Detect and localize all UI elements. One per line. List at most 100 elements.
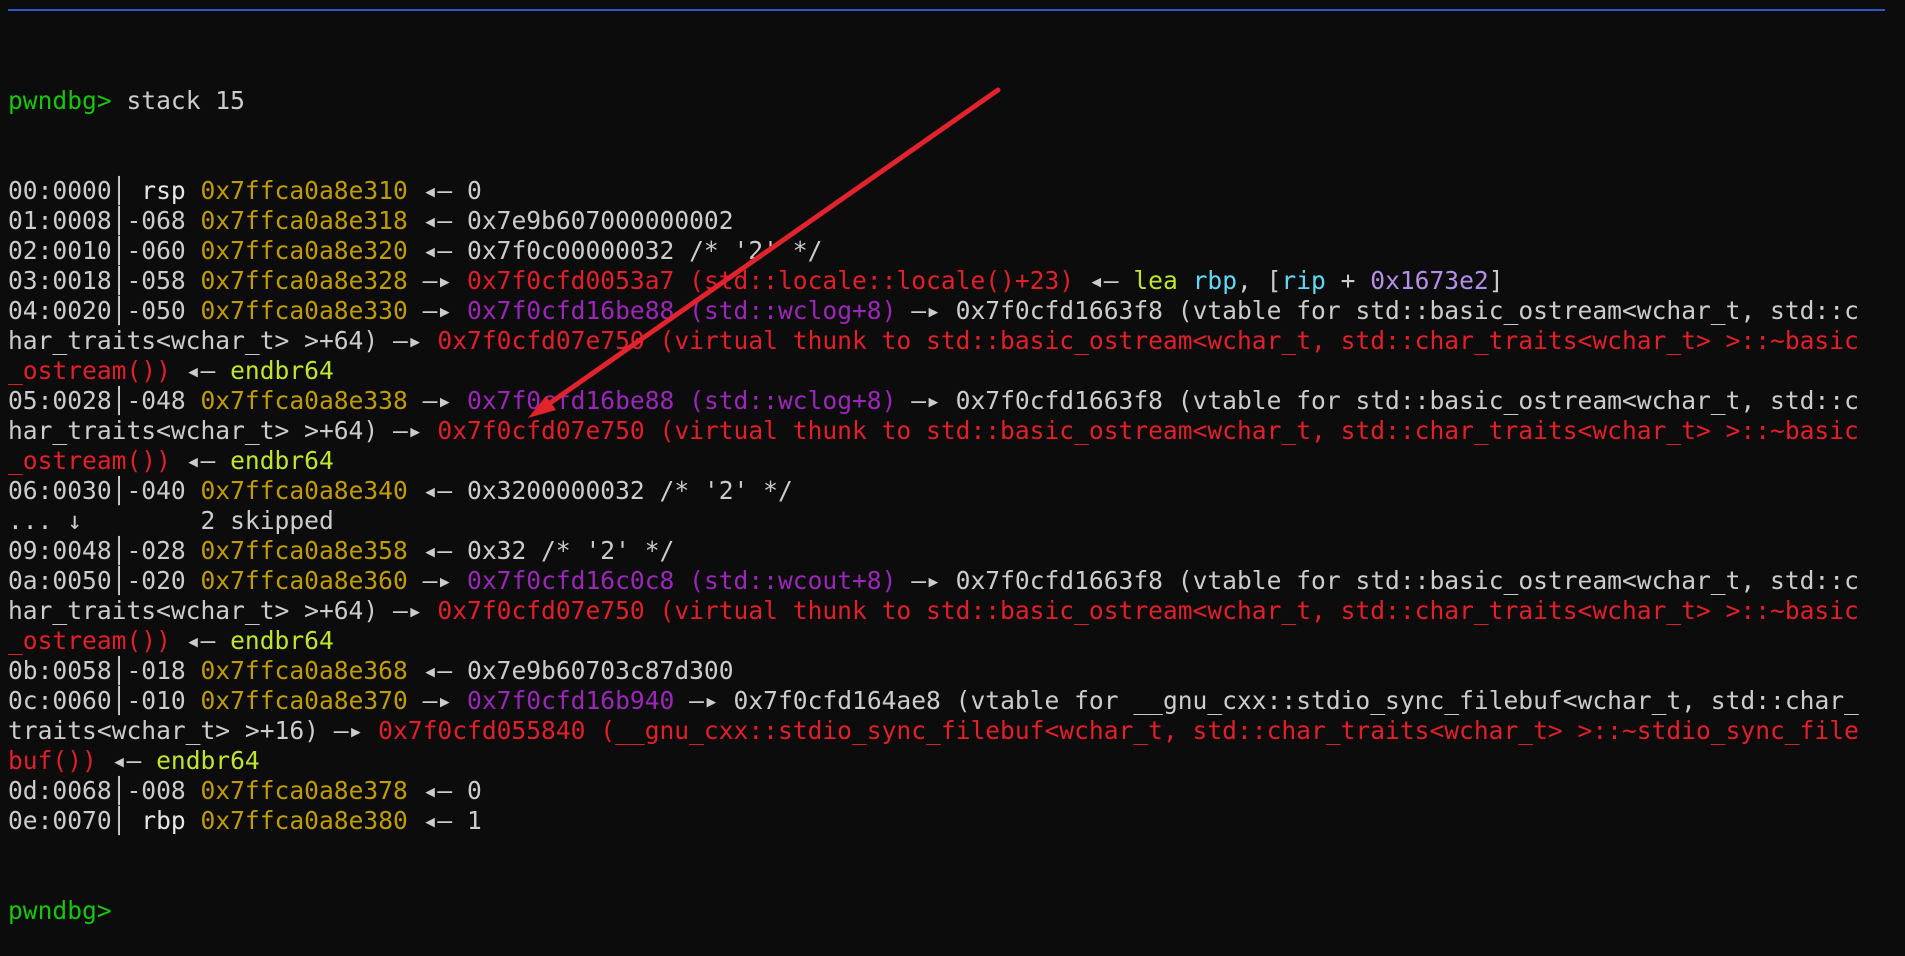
stack-segment: ◂— 0 xyxy=(407,776,482,805)
stack-line: _ostream()) ◂— endbr64 xyxy=(8,446,1888,476)
stack-line: 03:0018│-058 0x7ffca0a8e328 —▸ 0x7f0cfd0… xyxy=(8,266,1888,296)
stack-segment: 0c:0060 xyxy=(8,686,112,715)
stack-line: traits<wchar_t> >+16) —▸ 0x7f0cfd055840 … xyxy=(8,716,1888,746)
stack-segment: ◂— 0x32 /* '2' */ xyxy=(407,536,675,565)
final-prompt: pwndbg> xyxy=(8,896,112,925)
stack-segment: │ xyxy=(111,176,142,205)
stack-segment: │-068 xyxy=(111,206,201,235)
stack-segment: │-040 xyxy=(111,476,201,505)
stack-segment: —▸ xyxy=(407,266,468,295)
stack-segment: rbp xyxy=(1192,266,1237,295)
stack-segment: endbr64 xyxy=(230,356,334,385)
stack-segment: 0x7ffca0a8e360 xyxy=(200,566,408,595)
stack-segment: 0x1673e2 xyxy=(1370,266,1489,295)
stack-segment: —▸ xyxy=(407,686,468,715)
stack-segment: │-020 xyxy=(111,566,201,595)
stack-segment: ◂— xyxy=(1074,266,1134,295)
stack-segment: har_traits<wchar_t> >+64) —▸ xyxy=(8,326,438,355)
stack-line: har_traits<wchar_t> >+64) —▸ 0x7f0cfd07e… xyxy=(8,326,1888,356)
stack-line: 0d:0068│-008 0x7ffca0a8e378 ◂— 0 xyxy=(8,776,1888,806)
stack-segment: 0b:0058 xyxy=(8,656,112,685)
stack-segment: rip xyxy=(1281,266,1326,295)
stack-line: _ostream()) ◂— endbr64 xyxy=(8,356,1888,386)
stack-segment: 0x7f0cfd16b940 xyxy=(467,686,675,715)
stack-segment: 09:0048 xyxy=(8,536,112,565)
stack-segment: │-058 xyxy=(111,266,201,295)
stack-segment: —▸ xyxy=(407,296,468,325)
stack-segment: —▸ 0x7f0cfd164ae8 (vtable for __gnu_cxx:… xyxy=(674,686,1859,715)
stack-segment: 0x7ffca0a8e370 xyxy=(200,686,408,715)
stack-segment: _ostream()) xyxy=(8,626,171,655)
stack-segment: 00:0000 xyxy=(8,176,112,205)
stack-segment: ◂— 0x3200000032 /* '2' */ xyxy=(407,476,793,505)
stack-segment: 0e:0070 xyxy=(8,806,112,835)
stack-segment: rbp xyxy=(141,806,186,835)
stack-segment: ◂— xyxy=(170,446,231,475)
stack-segment: 0x7f0cfd0053a7 (std::locale::locale()+23… xyxy=(467,266,1075,295)
stack-segment: 0d:0068 xyxy=(8,776,112,805)
stack-segment: 0x7ffca0a8e310 xyxy=(200,176,408,205)
command-line: pwndbg> stack 15 xyxy=(8,86,1888,116)
stack-segment: , [ xyxy=(1237,266,1282,295)
stack-segment: 0x7f0cfd16c0c8 (std::wcout+8) xyxy=(467,566,897,595)
window-top-border xyxy=(8,9,1885,11)
stack-segment xyxy=(186,806,201,835)
stack-segment: 04:0020 xyxy=(8,296,112,325)
stack-segment: 0x7f0cfd16be88 (std::wclog+8) xyxy=(467,386,897,415)
stack-line: har_traits<wchar_t> >+64) —▸ 0x7f0cfd07e… xyxy=(8,596,1888,626)
stack-line: 06:0030│-040 0x7ffca0a8e340 ◂— 0x3200000… xyxy=(8,476,1888,506)
stack-segment xyxy=(186,176,201,205)
stack-segment xyxy=(1178,266,1193,295)
stack-segment: 0x7ffca0a8e328 xyxy=(200,266,408,295)
stack-segment: 0x7ffca0a8e340 xyxy=(200,476,408,505)
stack-segment: har_traits<wchar_t> >+64) —▸ xyxy=(8,416,438,445)
stack-segment: _ostream()) xyxy=(8,356,171,385)
stack-segment: ◂— 0x7e9b60703c87d300 xyxy=(407,656,734,685)
stack-segment: │-060 xyxy=(111,236,201,265)
stack-segment: 03:0018 xyxy=(8,266,112,295)
stack-line: 0e:0070│ rbp 0x7ffca0a8e380 ◂— 1 xyxy=(8,806,1888,836)
stack-segment: endbr64 xyxy=(230,446,334,475)
stack-segment: 0x7f0cfd07e750 (virtual thunk to std::ba… xyxy=(437,416,1859,445)
stack-segment: 05:0028 xyxy=(8,386,112,415)
stack-segment: har_traits<wchar_t> >+64) —▸ xyxy=(8,596,438,625)
stack-segment: 02:0010 xyxy=(8,236,112,265)
stack-segment: —▸ xyxy=(407,386,468,415)
stack-segment: │-010 xyxy=(111,686,201,715)
stack-segment: endbr64 xyxy=(156,746,260,775)
stack-line: 0c:0060│-010 0x7ffca0a8e370 —▸ 0x7f0cfd1… xyxy=(8,686,1888,716)
stack-segment: │-028 xyxy=(111,536,201,565)
stack-segment: 0x7ffca0a8e318 xyxy=(200,206,408,235)
stack-segment: 0x7ffca0a8e338 xyxy=(200,386,408,415)
stack-segment: —▸ xyxy=(407,566,468,595)
stack-line: 09:0048│-028 0x7ffca0a8e358 ◂— 0x32 /* '… xyxy=(8,536,1888,566)
stack-segment: 01:0008 xyxy=(8,206,112,235)
stack-segment: —▸ 0x7f0cfd1663f8 (vtable for std::basic… xyxy=(896,386,1859,415)
stack-segment: ◂— 0x7e9b607000000002 xyxy=(407,206,734,235)
stack-line: 00:0000│ rsp 0x7ffca0a8e310 ◂— 0 xyxy=(8,176,1888,206)
stack-segment: 0x7ffca0a8e380 xyxy=(200,806,408,835)
stack-segment: │-048 xyxy=(111,386,201,415)
terminal-output[interactable]: pwndbg> stack 15 00:0000│ rsp 0x7ffca0a8… xyxy=(8,26,1888,956)
stack-segment: 0x7ffca0a8e378 xyxy=(200,776,408,805)
stack-segment: │-008 xyxy=(111,776,201,805)
stack-line: 0a:0050│-020 0x7ffca0a8e360 —▸ 0x7f0cfd1… xyxy=(8,566,1888,596)
stack-segment: + xyxy=(1325,266,1371,295)
stack-segment: 0x7f0cfd055840 (__gnu_cxx::stdio_sync_fi… xyxy=(378,716,1859,745)
stack-segment: 0x7ffca0a8e330 xyxy=(200,296,408,325)
stack-listing: 00:0000│ rsp 0x7ffca0a8e310 ◂— 0 01:0008│… xyxy=(8,176,1888,836)
stack-segment: ◂— xyxy=(96,746,157,775)
stack-line: har_traits<wchar_t> >+64) —▸ 0x7f0cfd07e… xyxy=(8,416,1888,446)
stack-segment: │-018 xyxy=(111,656,201,685)
stack-line: 01:0008│-068 0x7ffca0a8e318 ◂— 0x7e9b607… xyxy=(8,206,1888,236)
stack-line: 0b:0058│-018 0x7ffca0a8e368 ◂— 0x7e9b607… xyxy=(8,656,1888,686)
stack-segment: 0x7f0cfd16be88 (std::wclog+8) xyxy=(467,296,897,325)
stack-segment: ◂— 1 xyxy=(407,806,482,835)
stack-line: 05:0028│-048 0x7ffca0a8e338 —▸ 0x7f0cfd1… xyxy=(8,386,1888,416)
stack-line: 04:0020│-050 0x7ffca0a8e330 —▸ 0x7f0cfd1… xyxy=(8,296,1888,326)
final-prompt-line[interactable]: pwndbg> xyxy=(8,896,1888,926)
stack-line: ... ↓ 2 skipped xyxy=(8,506,1888,536)
stack-segment: ◂— xyxy=(170,356,231,385)
stack-segment: rsp xyxy=(141,176,186,205)
command-text: stack 15 xyxy=(111,86,245,115)
